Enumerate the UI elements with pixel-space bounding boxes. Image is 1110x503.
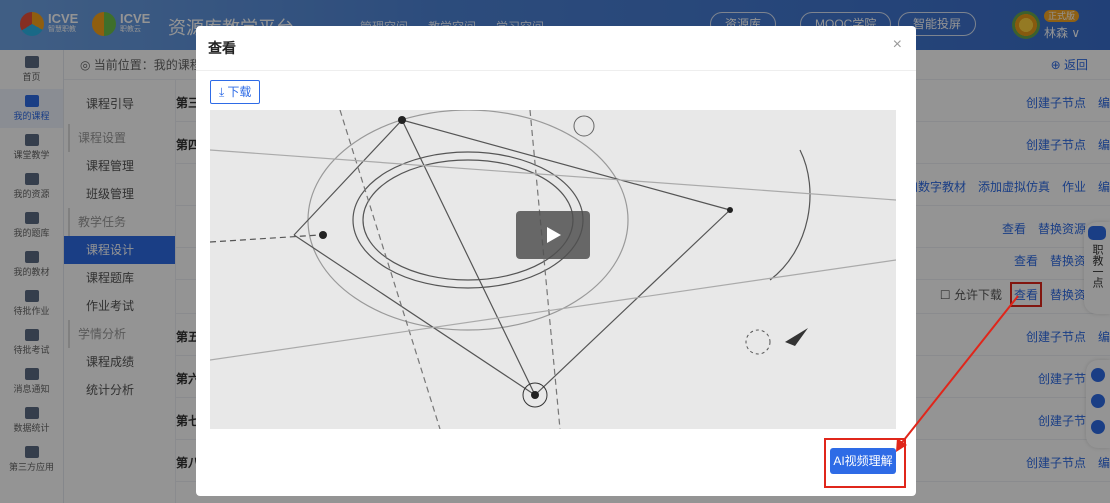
view-dialog: 查看 × ⤓ 下载 AI视频理解 xyxy=(196,26,916,496)
video-player[interactable] xyxy=(210,110,896,429)
dialog-title: 查看 xyxy=(208,40,236,56)
download-button[interactable]: ⤓ 下载 xyxy=(210,80,261,104)
close-icon[interactable]: × xyxy=(893,36,902,54)
dialog-divider xyxy=(196,70,916,71)
play-icon[interactable] xyxy=(516,211,590,259)
annotation-highlight-box xyxy=(824,438,906,488)
download-icon: ⤓ xyxy=(219,85,225,99)
video-frame-sketch xyxy=(210,110,896,429)
